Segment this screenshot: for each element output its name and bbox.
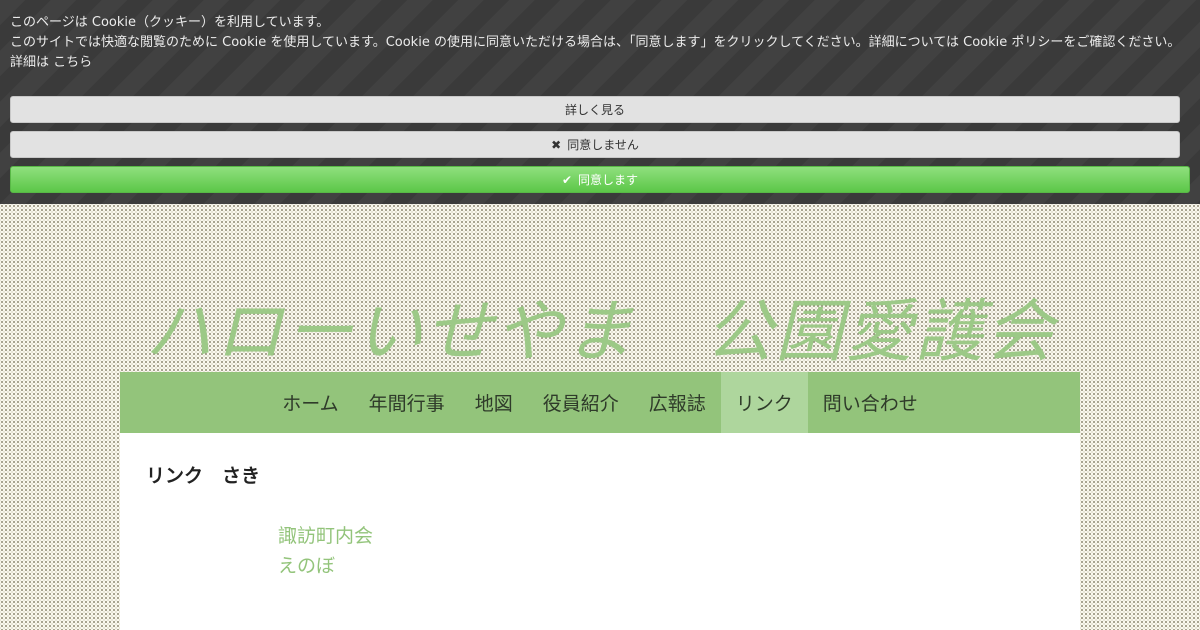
site-title[interactable]: ハローいせやま 公園愛護会: [0, 276, 1200, 375]
cookie-banner: このページは Cookie（クッキー）を利用しています。 このサイトでは快適な閲…: [0, 0, 1200, 204]
cookie-detail-button[interactable]: 詳しく見る: [10, 96, 1180, 123]
cookie-body: このサイトでは快適な閲覧のために Cookie を使用しています。Cookie …: [10, 35, 1181, 50]
cookie-detail-prefix: 詳細は: [10, 55, 50, 70]
nav-item-events[interactable]: 年間行事: [354, 372, 460, 433]
cookie-detail-line: 詳細は こちら: [10, 53, 1180, 73]
cookie-detail-link[interactable]: こちら: [53, 55, 92, 70]
nav-item-map[interactable]: 地図: [460, 372, 528, 433]
cookie-accept-button[interactable]: ✔ 同意します: [10, 166, 1190, 193]
cookie-message: このページは Cookie（クッキー）を利用しています。 このサイトでは快適な閲…: [10, 13, 1180, 73]
checkmark-icon: ✔: [561, 172, 573, 187]
link-list: 諏訪町内会 えのぼ: [278, 521, 373, 581]
nav-item-officers[interactable]: 役員紹介: [528, 372, 634, 433]
cookie-decline-button-label: 同意しません: [567, 138, 639, 152]
nav-item-home[interactable]: ホーム: [267, 372, 353, 433]
main-content: リンク さき 諏訪町内会 えのぼ: [120, 433, 1080, 630]
page-heading: リンク さき: [146, 465, 261, 487]
nav-item-newsletter[interactable]: 広報誌: [634, 372, 721, 433]
main-nav: ホーム 年間行事 地図 役員紹介 広報誌 リンク 問い合わせ: [120, 372, 1080, 433]
nav-item-links[interactable]: リンク: [720, 372, 808, 433]
cookie-detail-button-label: 詳しく見る: [564, 103, 625, 117]
nav-item-contact[interactable]: 問い合わせ: [808, 372, 933, 433]
cookie-accept-button-label: 同意します: [578, 173, 639, 187]
cookie-title: このページは Cookie（クッキー）を利用しています。: [10, 15, 330, 30]
link-enobo[interactable]: えのぼ: [278, 551, 373, 581]
close-x-icon: ✖: [551, 137, 562, 152]
link-suwa-chonaikai[interactable]: 諏訪町内会: [278, 521, 373, 551]
cookie-decline-button[interactable]: ✖ 同意しません: [10, 131, 1180, 158]
